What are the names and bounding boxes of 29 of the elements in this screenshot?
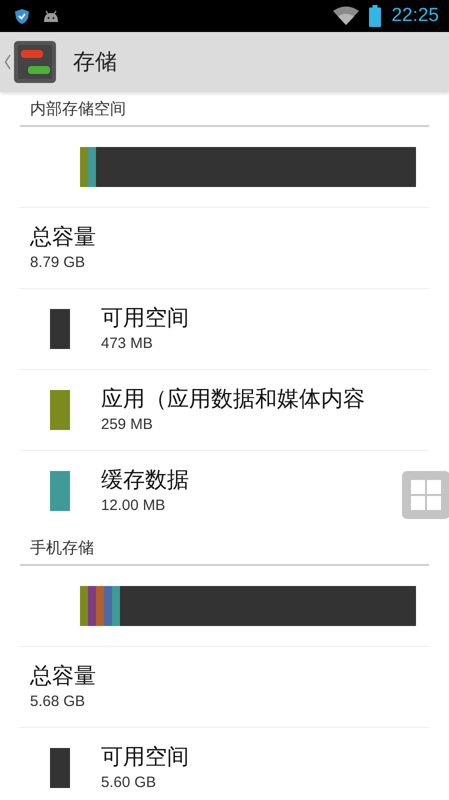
row-value: 259 MB	[101, 415, 153, 435]
battery-icon	[369, 5, 382, 27]
storage-item[interactable]: 可用空间 473 MB	[0, 289, 399, 369]
screen-title: 存储	[73, 49, 117, 77]
clock-time: 22:25	[391, 5, 439, 27]
storage-item[interactable]: 缓存数据 12.00 MB	[0, 451, 399, 531]
row-label: 可用空间	[101, 744, 189, 772]
wifi-icon	[333, 6, 360, 26]
row-value: 5.60 GB	[101, 773, 156, 793]
android-icon	[42, 9, 60, 23]
row-label: 总容量	[30, 224, 96, 252]
storage-app-icon	[13, 40, 57, 84]
section-header: 手机存储	[29, 537, 95, 559]
row-label: 可用空间	[101, 305, 189, 333]
row-value: 5.68 GB	[30, 692, 86, 712]
grid-icon	[410, 479, 442, 511]
row-label: 总容量	[30, 663, 96, 691]
row-value: 12.00 MB	[101, 496, 166, 516]
storage-item[interactable]: 应用（应用数据和媒体内容 259 MB	[0, 370, 399, 450]
storage-item[interactable]: 可用空间 5.60 GB	[0, 728, 399, 800]
shield-icon	[14, 8, 30, 24]
row-value: 8.79 GB	[30, 253, 86, 273]
caret-icon	[4, 54, 11, 70]
row-label: 缓存数据	[101, 467, 189, 495]
row-value: 473 MB	[101, 334, 153, 354]
row-label: 应用（应用数据和媒体内容	[101, 386, 365, 414]
section-header: 内部存储空间	[29, 98, 127, 120]
total-row[interactable]: 总容量 8.79 GB	[0, 208, 449, 288]
total-row[interactable]: 总容量 5.68 GB	[0, 647, 449, 727]
